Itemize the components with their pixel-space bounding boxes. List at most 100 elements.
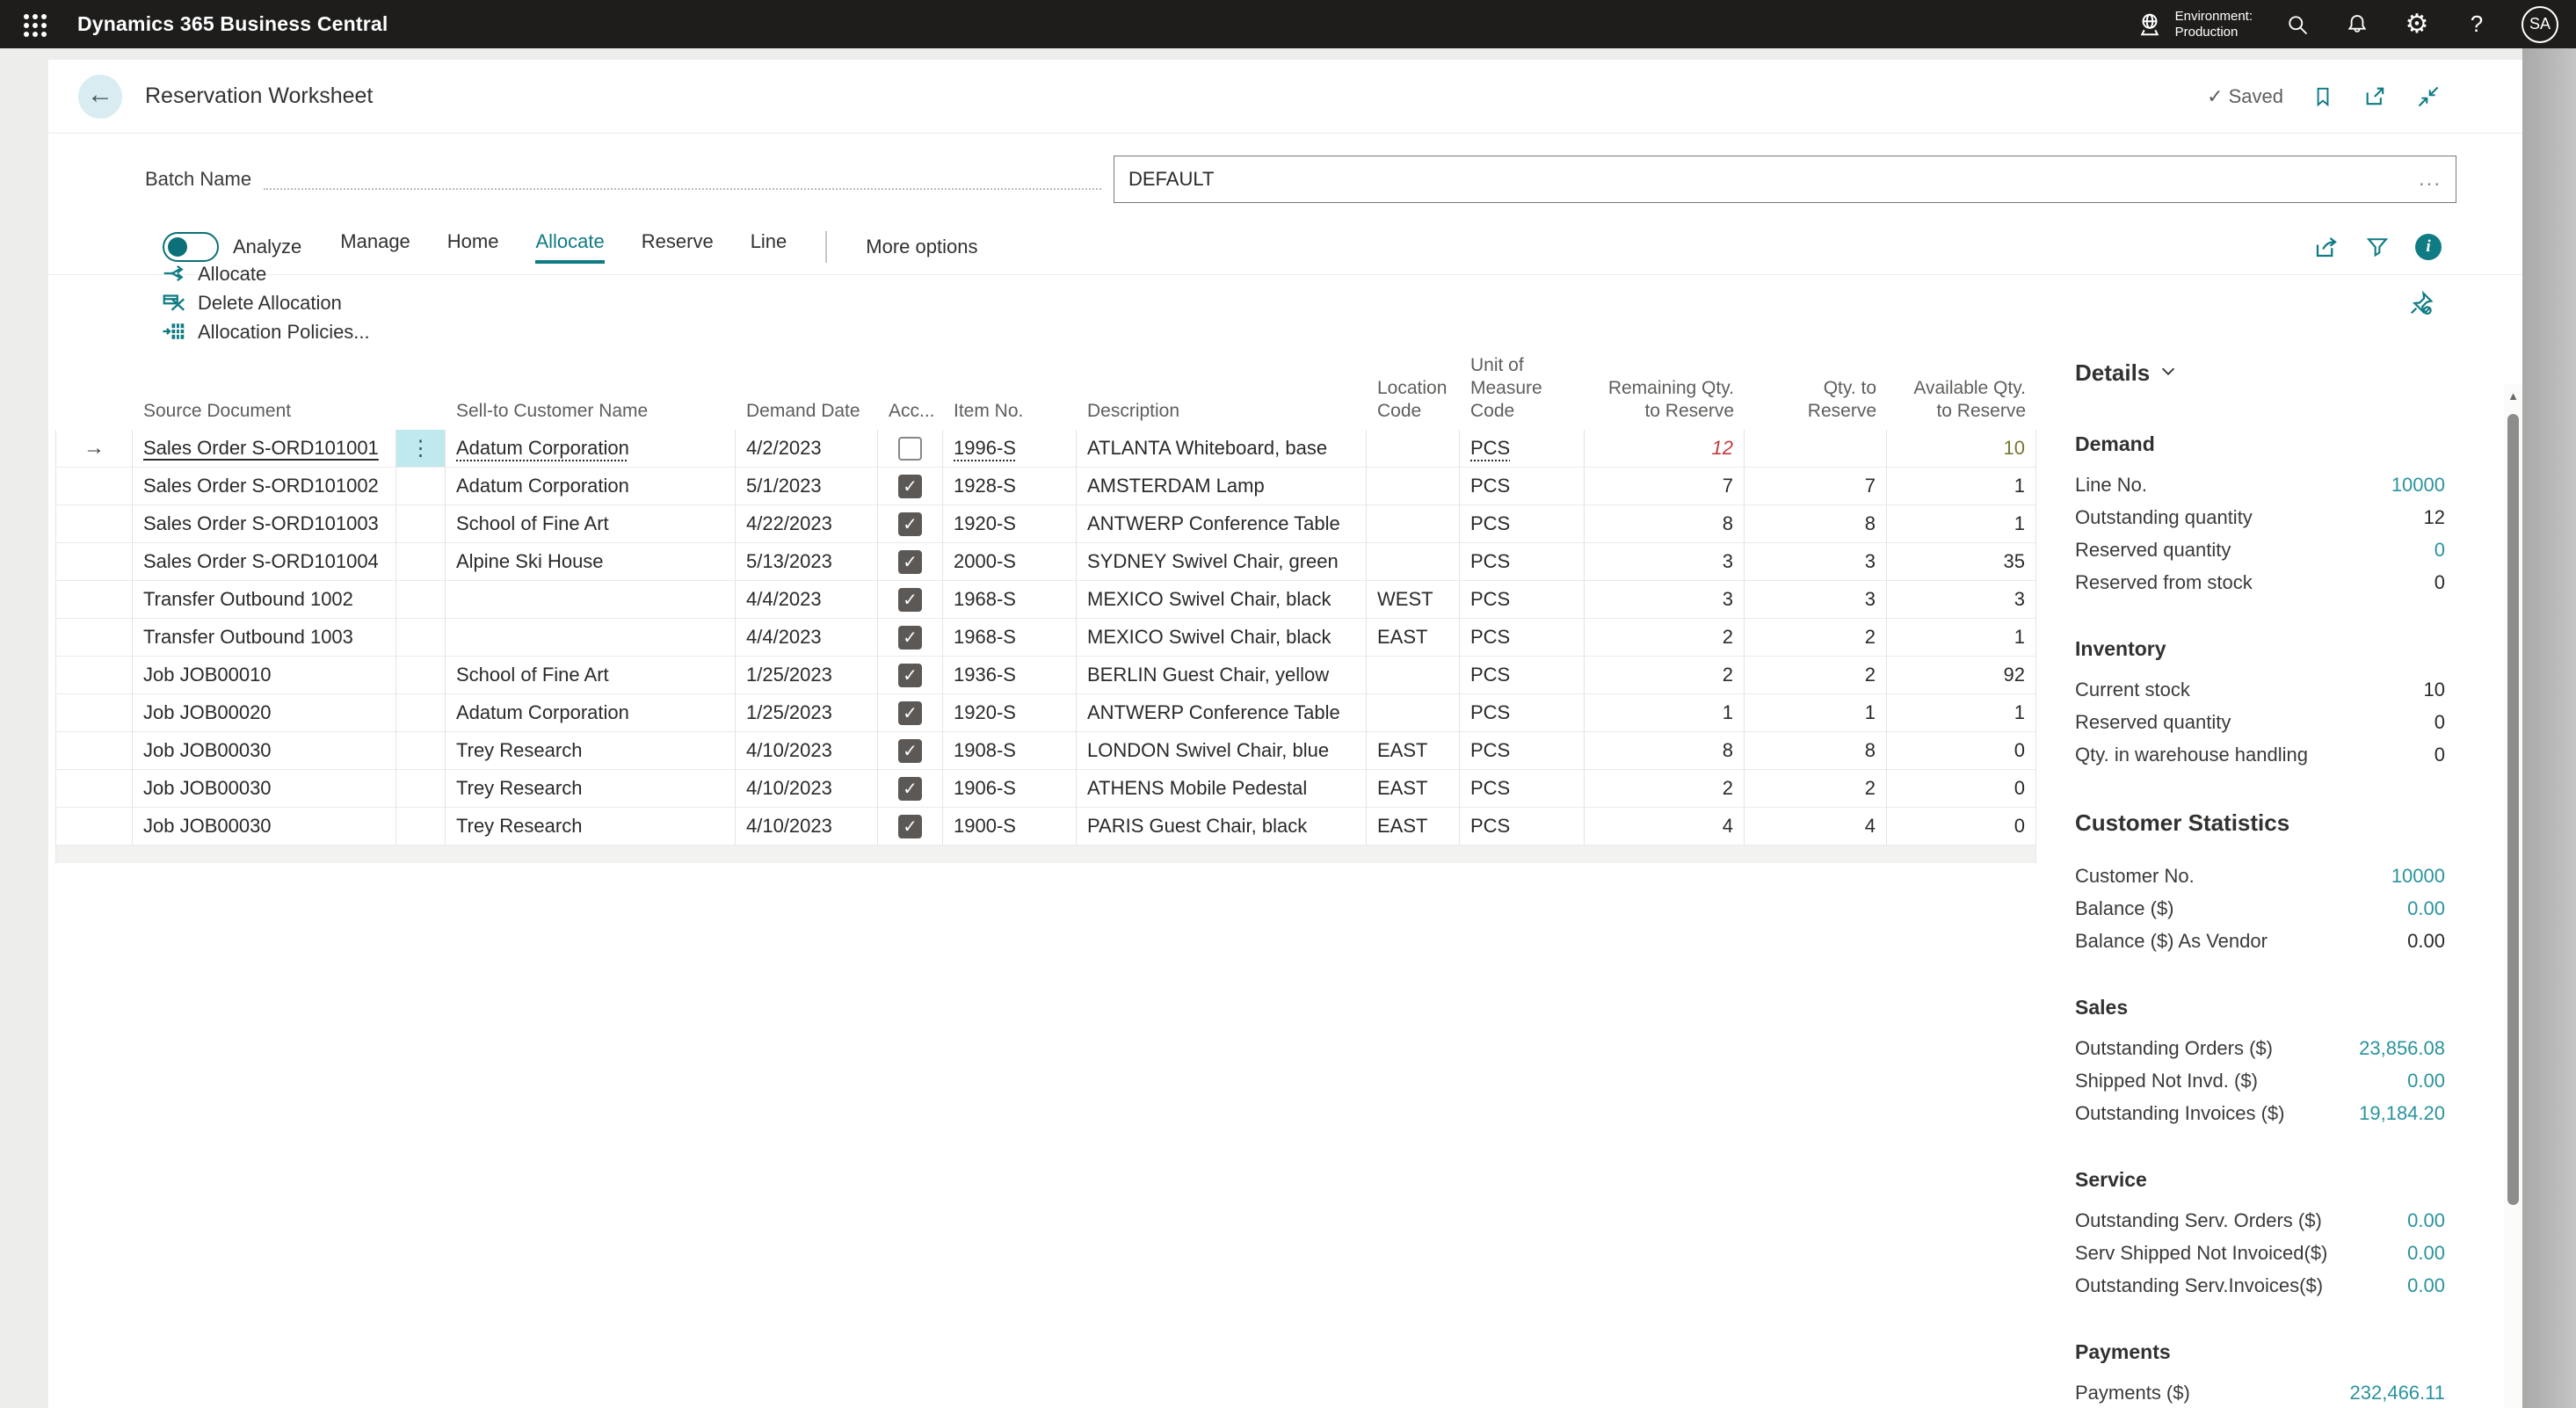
checkbox-checked[interactable]: ✓: [898, 664, 922, 687]
cell-customer-name[interactable]: Trey Research: [446, 770, 736, 808]
row-context-menu[interactable]: ⋮: [396, 430, 446, 468]
delete-allocation-button[interactable]: Delete Allocation: [161, 289, 342, 318]
checkbox-checked[interactable]: ✓: [898, 815, 922, 838]
checkbox-checked[interactable]: ✓: [898, 550, 922, 574]
analyze-toggle[interactable]: [163, 232, 219, 262]
details-value[interactable]: 0.00: [2407, 897, 2445, 920]
cell-remaining-qty[interactable]: 2: [1585, 657, 1745, 694]
cell-accept-checkbox[interactable]: ✓: [878, 468, 943, 505]
column-header-item-no[interactable]: Item No.: [943, 400, 1077, 423]
column-header-unit-of-measure-code[interactable]: Unit of Measure Code: [1460, 354, 1585, 423]
cell-uom-code[interactable]: PCS: [1460, 430, 1585, 468]
cell-demand-date[interactable]: 4/4/2023: [736, 619, 878, 657]
cell-description[interactable]: MEXICO Swivel Chair, black: [1077, 619, 1367, 657]
details-pane-title[interactable]: Details: [2075, 359, 2445, 387]
cell-source-document[interactable]: Job JOB00030: [133, 808, 396, 846]
cell-qty-to-reserve[interactable]: 1: [1745, 694, 1887, 732]
cell-demand-date[interactable]: 1/25/2023: [736, 694, 878, 732]
checkbox-checked[interactable]: ✓: [898, 588, 922, 612]
details-value[interactable]: 0: [2435, 539, 2445, 562]
column-header-acc[interactable]: Acc...: [878, 400, 943, 423]
cell-description[interactable]: ANTWERP Conference Table: [1077, 694, 1367, 732]
cell-source-document[interactable]: Job JOB00030: [133, 732, 396, 770]
cell-description[interactable]: LONDON Swivel Chair, blue: [1077, 732, 1367, 770]
cell-available-qty[interactable]: 1: [1887, 505, 2036, 543]
checkbox-checked[interactable]: ✓: [898, 475, 922, 498]
cell-demand-date[interactable]: 4/22/2023: [736, 505, 878, 543]
cell-location-code[interactable]: [1367, 694, 1460, 732]
bell-icon[interactable]: [2342, 10, 2372, 40]
cell-qty-to-reserve[interactable]: 7: [1745, 468, 1887, 505]
cell-description[interactable]: AMSTERDAM Lamp: [1077, 468, 1367, 505]
menu-item-line[interactable]: Line: [751, 230, 787, 264]
checkbox-unchecked[interactable]: [898, 437, 922, 461]
scroll-up-arrow-icon[interactable]: ▲: [2504, 384, 2522, 403]
cell-uom-code[interactable]: PCS: [1460, 543, 1585, 581]
cell-available-qty[interactable]: 0: [1887, 808, 2036, 846]
unpin-icon[interactable]: [2408, 290, 2435, 316]
search-icon[interactable]: [2282, 10, 2312, 40]
cell-description[interactable]: SYDNEY Swivel Chair, green: [1077, 543, 1367, 581]
details-value[interactable]: 0.00: [2407, 1274, 2445, 1297]
cell-available-qty[interactable]: 10: [1887, 430, 2036, 468]
checkbox-checked[interactable]: ✓: [898, 777, 922, 801]
cell-qty-to-reserve[interactable]: [1745, 430, 1887, 468]
cell-location-code[interactable]: EAST: [1367, 808, 1460, 846]
cell-source-document[interactable]: Job JOB00030: [133, 770, 396, 808]
details-value[interactable]: 10000: [2391, 865, 2445, 888]
help-icon[interactable]: ?: [2462, 10, 2492, 40]
cell-accept-checkbox[interactable]: ✓: [878, 581, 943, 619]
cell-customer-name[interactable]: Adatum Corporation: [446, 694, 736, 732]
cell-available-qty[interactable]: 1: [1887, 694, 2036, 732]
cell-remaining-qty[interactable]: 8: [1585, 732, 1745, 770]
user-avatar[interactable]: SA: [2522, 6, 2558, 43]
table-row[interactable]: Sales Order S-ORD101003School of Fine Ar…: [55, 505, 2036, 543]
back-button[interactable]: ←: [78, 75, 122, 119]
cell-accept-checkbox[interactable]: ✓: [878, 505, 943, 543]
cell-accept-checkbox[interactable]: ✓: [878, 657, 943, 694]
cell-source-document[interactable]: Transfer Outbound 1003: [133, 619, 396, 657]
checkbox-checked[interactable]: ✓: [898, 701, 922, 725]
details-value[interactable]: 10000: [2391, 474, 2445, 497]
details-value[interactable]: 0.00: [2407, 1209, 2445, 1232]
cell-accept-checkbox[interactable]: ✓: [878, 808, 943, 846]
details-value[interactable]: 19,184.20: [2359, 1102, 2445, 1125]
cell-customer-name[interactable]: Adatum Corporation: [446, 430, 736, 468]
cell-uom-code[interactable]: PCS: [1460, 808, 1585, 846]
cell-demand-date[interactable]: 4/10/2023: [736, 732, 878, 770]
cell-source-document[interactable]: Sales Order S-ORD101003: [133, 505, 396, 543]
cell-remaining-qty[interactable]: 4: [1585, 808, 1745, 846]
cell-location-code[interactable]: [1367, 430, 1460, 468]
cell-uom-code[interactable]: PCS: [1460, 770, 1585, 808]
cell-uom-code[interactable]: PCS: [1460, 619, 1585, 657]
cell-available-qty[interactable]: 3: [1887, 581, 2036, 619]
cell-available-qty[interactable]: 1: [1887, 619, 2036, 657]
cell-available-qty[interactable]: 35: [1887, 543, 2036, 581]
cell-customer-name[interactable]: Trey Research: [446, 732, 736, 770]
cell-qty-to-reserve[interactable]: 4: [1745, 808, 1887, 846]
cell-qty-to-reserve[interactable]: 2: [1745, 657, 1887, 694]
cell-demand-date[interactable]: 1/25/2023: [736, 657, 878, 694]
cell-location-code[interactable]: [1367, 505, 1460, 543]
cell-source-document[interactable]: Sales Order S-ORD101004: [133, 543, 396, 581]
cell-item-no[interactable]: 1900-S: [943, 808, 1077, 846]
column-header-remaining-qty-to-reserve[interactable]: Remaining Qty. to Reserve: [1585, 377, 1745, 423]
table-row[interactable]: Job JOB00010School of Fine Art1/25/2023✓…: [55, 657, 2036, 694]
vertical-scrollbar[interactable]: ▲: [2504, 384, 2522, 1408]
table-row[interactable]: Job JOB00030Trey Research4/10/2023✓1908-…: [55, 732, 2036, 770]
bookmark-icon[interactable]: [2310, 83, 2336, 110]
batch-name-input[interactable]: DEFAULT ...: [1114, 156, 2456, 203]
cell-location-code[interactable]: EAST: [1367, 770, 1460, 808]
cell-location-code[interactable]: WEST: [1367, 581, 1460, 619]
cell-uom-code[interactable]: PCS: [1460, 732, 1585, 770]
cell-location-code[interactable]: [1367, 468, 1460, 505]
cell-location-code[interactable]: EAST: [1367, 619, 1460, 657]
cell-demand-date[interactable]: 4/10/2023: [736, 808, 878, 846]
environment-indicator[interactable]: Environment: Production: [2135, 9, 2253, 40]
allocate-button[interactable]: Allocate: [161, 260, 266, 289]
cell-item-no[interactable]: 1996-S: [943, 430, 1077, 468]
cell-demand-date[interactable]: 4/4/2023: [736, 581, 878, 619]
cell-source-document[interactable]: Job JOB00010: [133, 657, 396, 694]
filter-icon[interactable]: [2364, 234, 2391, 260]
cell-location-code[interactable]: [1367, 543, 1460, 581]
